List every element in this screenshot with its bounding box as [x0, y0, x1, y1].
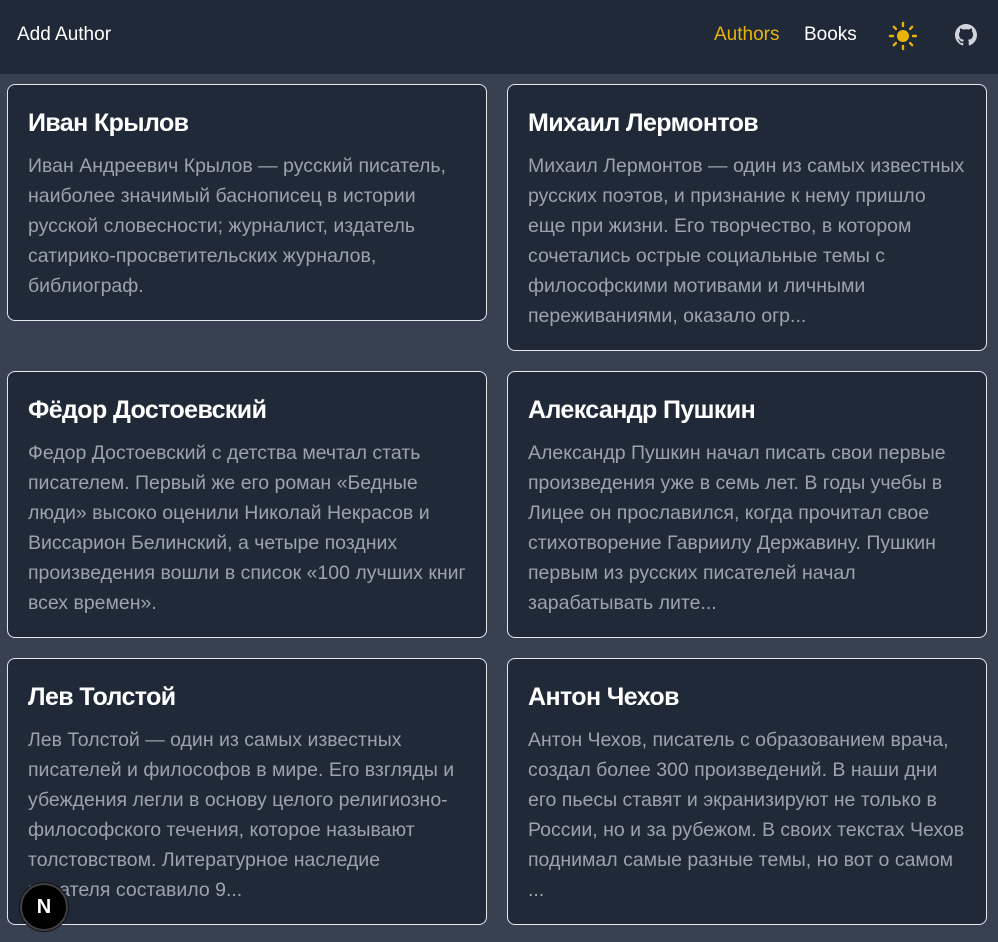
author-card[interactable]: Антон Чехов Антон Чехов, писатель с обра… [507, 658, 987, 925]
author-card[interactable]: Александр Пушкин Александр Пушкин начал … [507, 371, 987, 638]
author-name: Александр Пушкин [528, 396, 756, 424]
nav-authors-link[interactable]: Authors [714, 24, 779, 46]
sun-icon[interactable] [888, 21, 918, 51]
author-card[interactable]: Лев Толстой Лев Толстой — один из самых … [7, 658, 487, 925]
author-description: Иван Андреевич Крылов — русский писатель… [28, 155, 446, 297]
nextjs-icon: N [36, 895, 52, 918]
github-icon[interactable] [955, 24, 977, 46]
author-name: Лев Толстой [28, 683, 176, 711]
nav-books-link[interactable]: Books [804, 24, 857, 46]
author-name: Иван Крылов [28, 109, 189, 137]
author-card[interactable]: Фёдор Достоевский Федор Достоевский с де… [7, 371, 487, 638]
author-name: Антон Чехов [528, 683, 679, 711]
author-card[interactable]: Михаил Лермонтов Михаил Лермонтов — один… [507, 84, 987, 351]
author-description: Федор Достоевский с детства мечтал стать… [28, 442, 466, 614]
author-card[interactable]: Иван Крылов Иван Андреевич Крылов — русс… [7, 84, 487, 321]
author-name: Михаил Лермонтов [528, 109, 759, 137]
author-name: Фёдор Достоевский [28, 396, 267, 424]
author-description: Михаил Лермонтов — один из самых известн… [528, 155, 965, 327]
author-description: Антон Чехов, писатель с образованием вра… [528, 729, 965, 901]
author-description: Лев Толстой — один из самых известных пи… [28, 729, 455, 901]
add-author-link[interactable]: Add Author [17, 24, 111, 46]
top-navbar: Add Author Authors Books [0, 0, 998, 74]
nextjs-dev-badge[interactable]: N [20, 883, 68, 931]
author-description: Александр Пушкин начал писать свои первы… [528, 442, 946, 614]
